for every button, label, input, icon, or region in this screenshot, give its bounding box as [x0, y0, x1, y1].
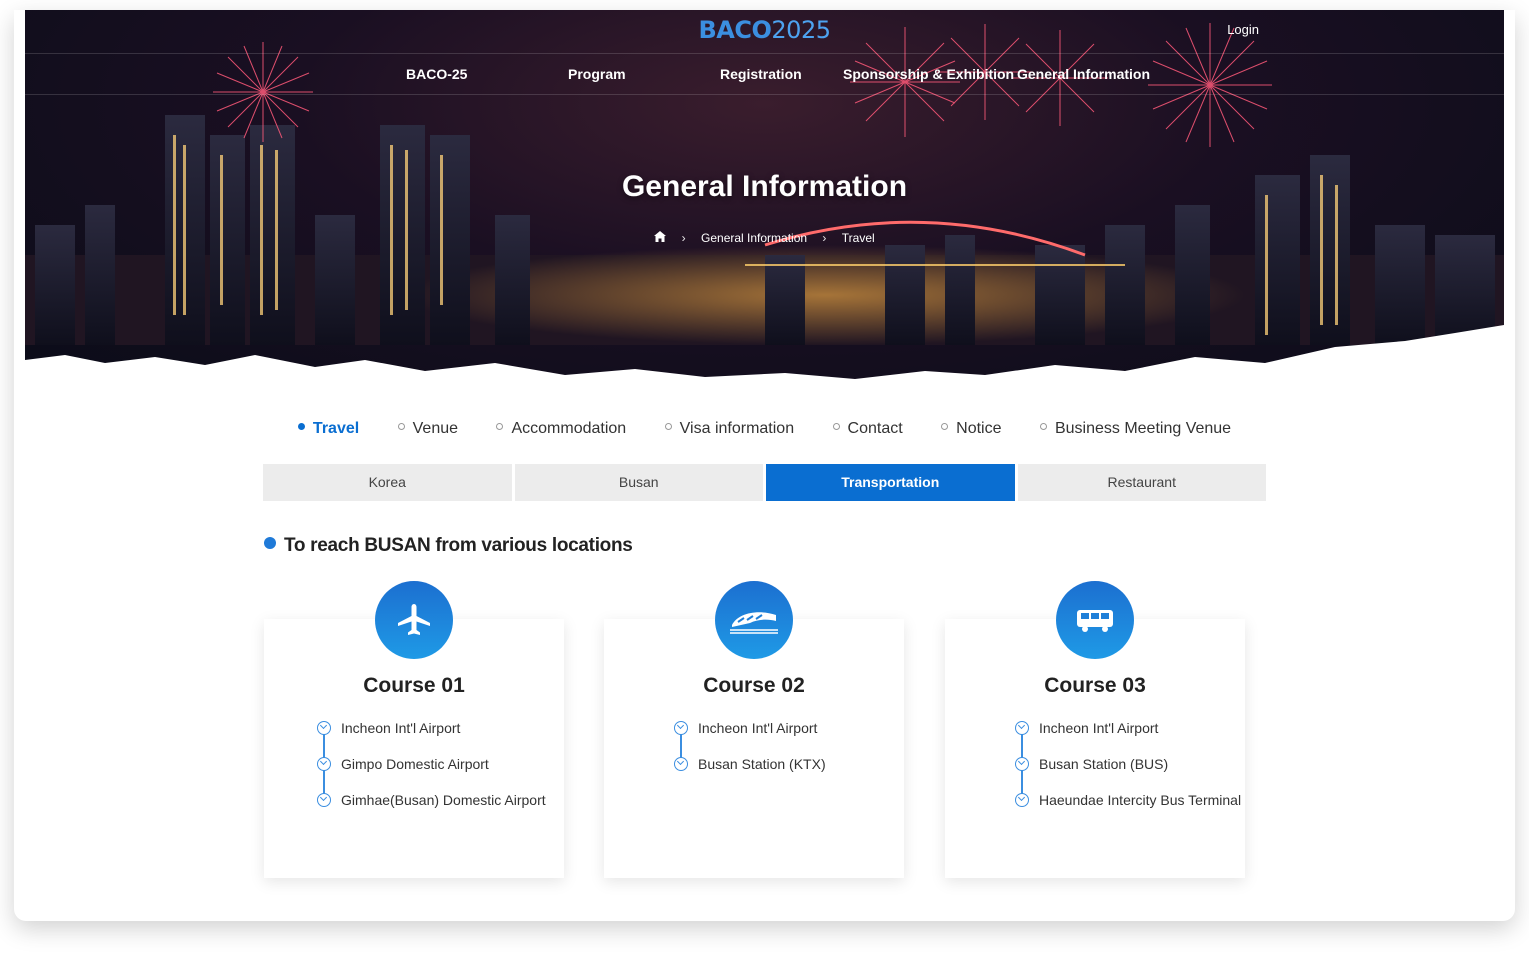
- tab-bullet-icon: [941, 423, 949, 431]
- check-circle-icon: [317, 793, 331, 807]
- tab-business-meeting-venue[interactable]: Business Meeting Venue: [1039, 420, 1232, 438]
- tab-label: Travel: [312, 420, 360, 437]
- nav-item-baco25[interactable]: BACO-25: [406, 66, 467, 82]
- chevron-right-icon: ›: [822, 230, 827, 245]
- course-step: Gimhae(Busan) Domestic Airport: [317, 790, 547, 811]
- section-heading-text: To reach BUSAN from various locations: [284, 535, 633, 556]
- nav-item-general-information[interactable]: General Information: [1017, 66, 1150, 82]
- section-heading: To reach BUSAN from various locations: [264, 535, 633, 557]
- check-circle-icon: [674, 721, 688, 735]
- tab-notice[interactable]: Notice: [941, 420, 1002, 438]
- breadcrumb-general-information[interactable]: General Information: [701, 231, 807, 245]
- check-circle-icon: [317, 721, 331, 735]
- course-step: Busan Station (KTX): [674, 754, 904, 775]
- hero-banner: BACO2025 Login BACO-25 Program Registrat…: [25, 10, 1504, 385]
- nav-item-sponsorship-exhibition[interactable]: Sponsorship & Exhibition: [843, 66, 1014, 82]
- check-circle-icon: [674, 757, 688, 771]
- step-label: Incheon Int'l Airport: [698, 720, 818, 736]
- course-card-02: Course 02 Incheon Int'l Airport Busan St…: [604, 581, 904, 878]
- tab-bullet-icon: [1039, 423, 1047, 431]
- check-circle-icon: [1015, 793, 1029, 807]
- step-label: Incheon Int'l Airport: [341, 720, 461, 736]
- subtab-busan[interactable]: Busan: [514, 464, 763, 501]
- tab-label: Accommodation: [511, 420, 627, 437]
- subtab-transportation[interactable]: Transportation: [766, 464, 1015, 501]
- check-circle-icon: [1015, 757, 1029, 771]
- tab-label: Venue: [412, 420, 459, 437]
- step-label: Busan Station (BUS): [1039, 756, 1169, 772]
- step-label: Busan Station (KTX): [698, 756, 826, 772]
- sub-tabs: Korea Busan Transportation Restaurant: [263, 464, 1266, 501]
- nav-item-program[interactable]: Program: [568, 66, 626, 82]
- course-step: Incheon Int'l Airport: [674, 718, 904, 739]
- course-step: Incheon Int'l Airport: [1015, 718, 1245, 739]
- tab-visa-information[interactable]: Visa information: [664, 420, 795, 438]
- torn-paper-edge: [25, 325, 1504, 385]
- tab-bullet-icon: [664, 423, 672, 431]
- step-label: Gimpo Domestic Airport: [341, 756, 489, 772]
- step-label: Gimhae(Busan) Domestic Airport: [341, 792, 546, 808]
- course-steps: Incheon Int'l Airport Busan Station (KTX…: [674, 718, 904, 790]
- logo-main-text: BACO: [698, 16, 772, 44]
- chevron-right-icon: ›: [681, 230, 686, 245]
- nav-item-registration[interactable]: Registration: [720, 66, 802, 82]
- tab-venue[interactable]: Venue: [397, 420, 459, 438]
- page-title: General Information: [621, 170, 908, 203]
- step-label: Incheon Int'l Airport: [1039, 720, 1159, 736]
- course-step: Incheon Int'l Airport: [317, 718, 547, 739]
- home-icon[interactable]: [654, 230, 667, 245]
- subtab-korea[interactable]: Korea: [263, 464, 512, 501]
- airplane-icon: [375, 581, 453, 659]
- course-step: Busan Station (BUS): [1015, 754, 1245, 775]
- tab-travel[interactable]: Travel: [297, 420, 360, 438]
- breadcrumb-travel[interactable]: Travel: [842, 231, 875, 245]
- check-circle-icon: [1015, 721, 1029, 735]
- tab-label: Notice: [956, 420, 1002, 437]
- subtab-restaurant[interactable]: Restaurant: [1017, 464, 1266, 501]
- course-steps: Incheon Int'l Airport Busan Station (BUS…: [1015, 718, 1245, 826]
- tab-bullet-icon: [297, 423, 305, 431]
- course-card-03: Course 03 Incheon Int'l Airport Busan St…: [945, 581, 1245, 878]
- tab-label: Visa information: [679, 420, 795, 437]
- train-icon: [715, 581, 793, 659]
- step-label: Haeundae Intercity Bus Terminal: [1039, 792, 1242, 808]
- course-card-01: Course 01 Incheon Int'l Airport Gimpo Do…: [264, 581, 564, 878]
- bus-icon: [1056, 581, 1134, 659]
- login-link[interactable]: Login: [1227, 22, 1259, 37]
- tab-accommodation[interactable]: Accommodation: [496, 420, 626, 438]
- heading-bullet-icon: [264, 536, 276, 549]
- main-navigation: BACO-25 Program Registration Sponsorship…: [25, 53, 1504, 95]
- course-step: Gimpo Domestic Airport: [317, 754, 547, 775]
- tab-label: Contact: [847, 420, 903, 437]
- course-title: Course 02: [703, 674, 805, 697]
- logo-year-text: 2025: [771, 16, 831, 44]
- page-frame: BACO2025 Login BACO-25 Program Registrat…: [14, 10, 1515, 921]
- course-steps: Incheon Int'l Airport Gimpo Domestic Air…: [317, 718, 547, 826]
- course-step: Haeundae Intercity Bus Terminal: [1015, 790, 1245, 811]
- tab-bullet-icon: [397, 423, 405, 431]
- course-title: Course 03: [1044, 674, 1146, 697]
- tab-contact[interactable]: Contact: [832, 420, 903, 438]
- baco-logo[interactable]: BACO2025: [699, 16, 831, 44]
- tab-bullet-icon: [496, 423, 504, 431]
- tab-label: Business Meeting Venue: [1054, 420, 1232, 437]
- section-tabs: Travel Venue Accommodation Visa informat…: [14, 420, 1515, 438]
- course-title: Course 01: [363, 674, 465, 697]
- breadcrumb: › General Information › Travel: [25, 230, 1504, 245]
- check-circle-icon: [317, 757, 331, 771]
- tab-bullet-icon: [832, 423, 840, 431]
